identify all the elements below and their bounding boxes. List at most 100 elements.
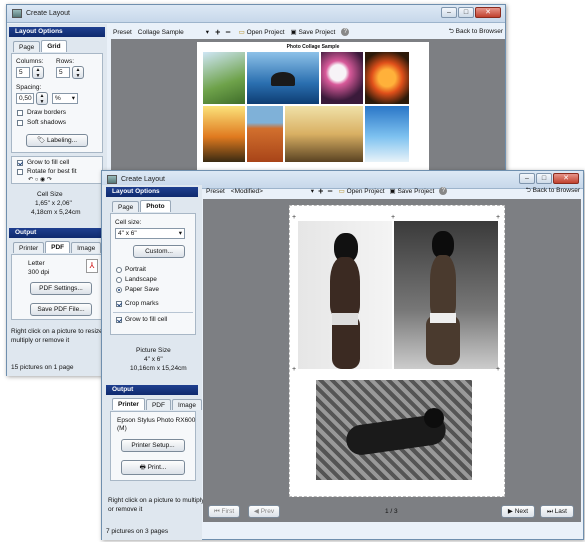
back-layout-tabs: Page Grid [13,40,67,52]
close-button[interactable]: ✕ [553,173,579,184]
crop-marks-checkbox[interactable] [116,301,122,307]
draw-borders-checkbox[interactable] [17,110,23,116]
first-label: First [221,508,235,515]
minimize-button[interactable]: – [519,173,535,184]
columns-input[interactable]: 5 [16,67,30,78]
open-project-button[interactable]: ▭ Open Project [239,28,285,36]
front-layout-options-header: Layout Options [106,187,198,197]
back-to-browser-button[interactable]: ⮌ Back to Browser [526,186,580,197]
woman-2-bikini [430,313,456,323]
tab-grid[interactable]: Grid [41,40,67,52]
tab-page[interactable]: Page [13,41,41,52]
tab-pdf[interactable]: PDF [45,241,71,253]
back-to-browser-label: Back to Browser [532,186,580,194]
print-button[interactable]: 🖶 Print... [121,460,185,475]
landscape-radio[interactable] [116,277,122,283]
woman-2-body [430,255,456,317]
print-page: + + + + + [289,205,505,497]
collage-photo-tree[interactable] [285,106,363,162]
collage-photo-orange-flowers[interactable] [365,52,409,104]
add-icon[interactable]: + [318,186,323,196]
photo-woman-3[interactable] [316,380,472,480]
back-window-title: Create Layout [26,10,70,17]
rows-stepper[interactable]: ▲ ▼ [72,66,84,79]
custom-button[interactable]: Custom... [133,245,185,258]
picture-size-inches: 4" x 6" [144,356,163,363]
chevron-down-icon[interactable]: ▾ [311,187,314,195]
chevron-down-icon[interactable]: ▾ [206,28,209,36]
back-hint-line-1: Right click on a picture to resize, [11,328,105,335]
back-status-text: 15 pictures on 1 page [11,364,74,371]
close-button[interactable]: ✕ [475,7,501,18]
crop-mark-icon: + [496,214,501,221]
soft-shadows-label: Soft shadows [27,119,67,126]
tab-image[interactable]: Image [171,399,203,410]
soft-shadows-checkbox[interactable] [17,120,23,126]
picture-size-cm: 10,16cm x 15,24cm [130,365,187,372]
remove-icon[interactable]: − [225,27,230,37]
save-project-button[interactable]: ▣ Save Project [291,28,336,36]
collage-photo-desert[interactable] [247,106,283,162]
front-output-header: Output [106,385,198,395]
help-icon[interactable]: ? [341,28,350,36]
back-to-browser-button[interactable]: ⮌ Back to Browser [449,27,503,38]
grow-to-fill-checkbox[interactable] [17,160,23,166]
pdf-icon: ⅄ [86,259,98,273]
grow-to-fill-checkbox[interactable] [116,317,122,323]
pdf-settings-button[interactable]: PDF Settings... [30,282,92,295]
maximize-button[interactable]: □ [536,173,552,184]
first-icon: ⏮ [213,508,222,515]
photo-woman-1[interactable] [298,221,392,369]
spacing-unit-value: % [55,95,61,102]
next-page-button[interactable]: ▶ Next [501,505,535,518]
first-page-button[interactable]: ⏮ First [208,505,240,518]
portrait-radio[interactable] [116,267,122,273]
rotate-best-fit-checkbox[interactable] [17,169,23,175]
last-page-button[interactable]: ⏭ Last [540,505,574,518]
maximize-button[interactable]: □ [458,7,474,18]
help-icon[interactable]: ? [439,187,448,195]
rotation-options[interactable]: ↶ ○ ◉ ↷ [28,176,52,183]
preset-select[interactable]: <Modified> [231,188,311,195]
spacing-stepper[interactable]: ▲ ▼ [36,92,48,105]
columns-stepper[interactable]: ▲ ▼ [32,66,44,79]
front-canvas: + + + + + [203,199,581,522]
minimize-button[interactable]: – [441,7,457,18]
photo-woman-2[interactable] [394,221,498,369]
save-pdf-button[interactable]: Save PDF File... [30,303,92,316]
collage-photo-palms[interactable] [203,52,245,104]
collage-photo-whale[interactable] [247,52,319,104]
spacing-unit-select[interactable]: % ▾ [52,93,78,104]
preset-select[interactable]: Collage Sample [138,29,206,36]
tab-pdf[interactable]: PDF [145,399,171,410]
cell-size-value: 4" x 6" [118,230,137,237]
tab-page[interactable]: Page [112,201,140,212]
tab-image[interactable]: Image [71,242,102,253]
add-icon[interactable]: + [215,27,220,37]
open-project-button[interactable]: ▭ Open Project [339,187,385,195]
paper-save-radio[interactable] [116,287,122,293]
collage-photo-sunset[interactable] [203,106,245,162]
labeling-button[interactable]: 🏷 Labeling... [26,134,88,147]
last-label: Last [554,508,567,515]
back-window-controls: – □ ✕ [441,7,501,18]
front-left-panel: Layout Options Page Photo Cell size: 4" … [102,185,204,540]
spacing-input[interactable]: 0,50 [16,93,34,104]
tab-printer[interactable]: Printer [13,242,45,253]
tab-photo[interactable]: Photo [140,200,171,212]
front-window-title: Create Layout [121,176,165,183]
cell-size-select[interactable]: 4" x 6" ▾ [115,228,185,239]
collage-photo-flowers[interactable] [321,52,363,104]
front-window-controls: – □ ✕ [519,173,579,184]
rows-input[interactable]: 5 [56,67,70,78]
save-icon: ▣ [389,188,396,195]
printer-setup-button[interactable]: Printer Setup... [121,439,185,452]
collage-photo-beach[interactable] [365,106,409,162]
chevron-down-icon: ▾ [178,230,182,237]
save-project-button[interactable]: ▣ Save Project [390,187,435,195]
remove-icon[interactable]: − [327,186,332,196]
prev-page-button[interactable]: ◀ Prev [248,505,280,518]
tab-printer[interactable]: Printer [112,398,145,410]
next-icon: ▶ [507,508,515,515]
back-to-browser-label: Back to Browser [455,27,503,35]
